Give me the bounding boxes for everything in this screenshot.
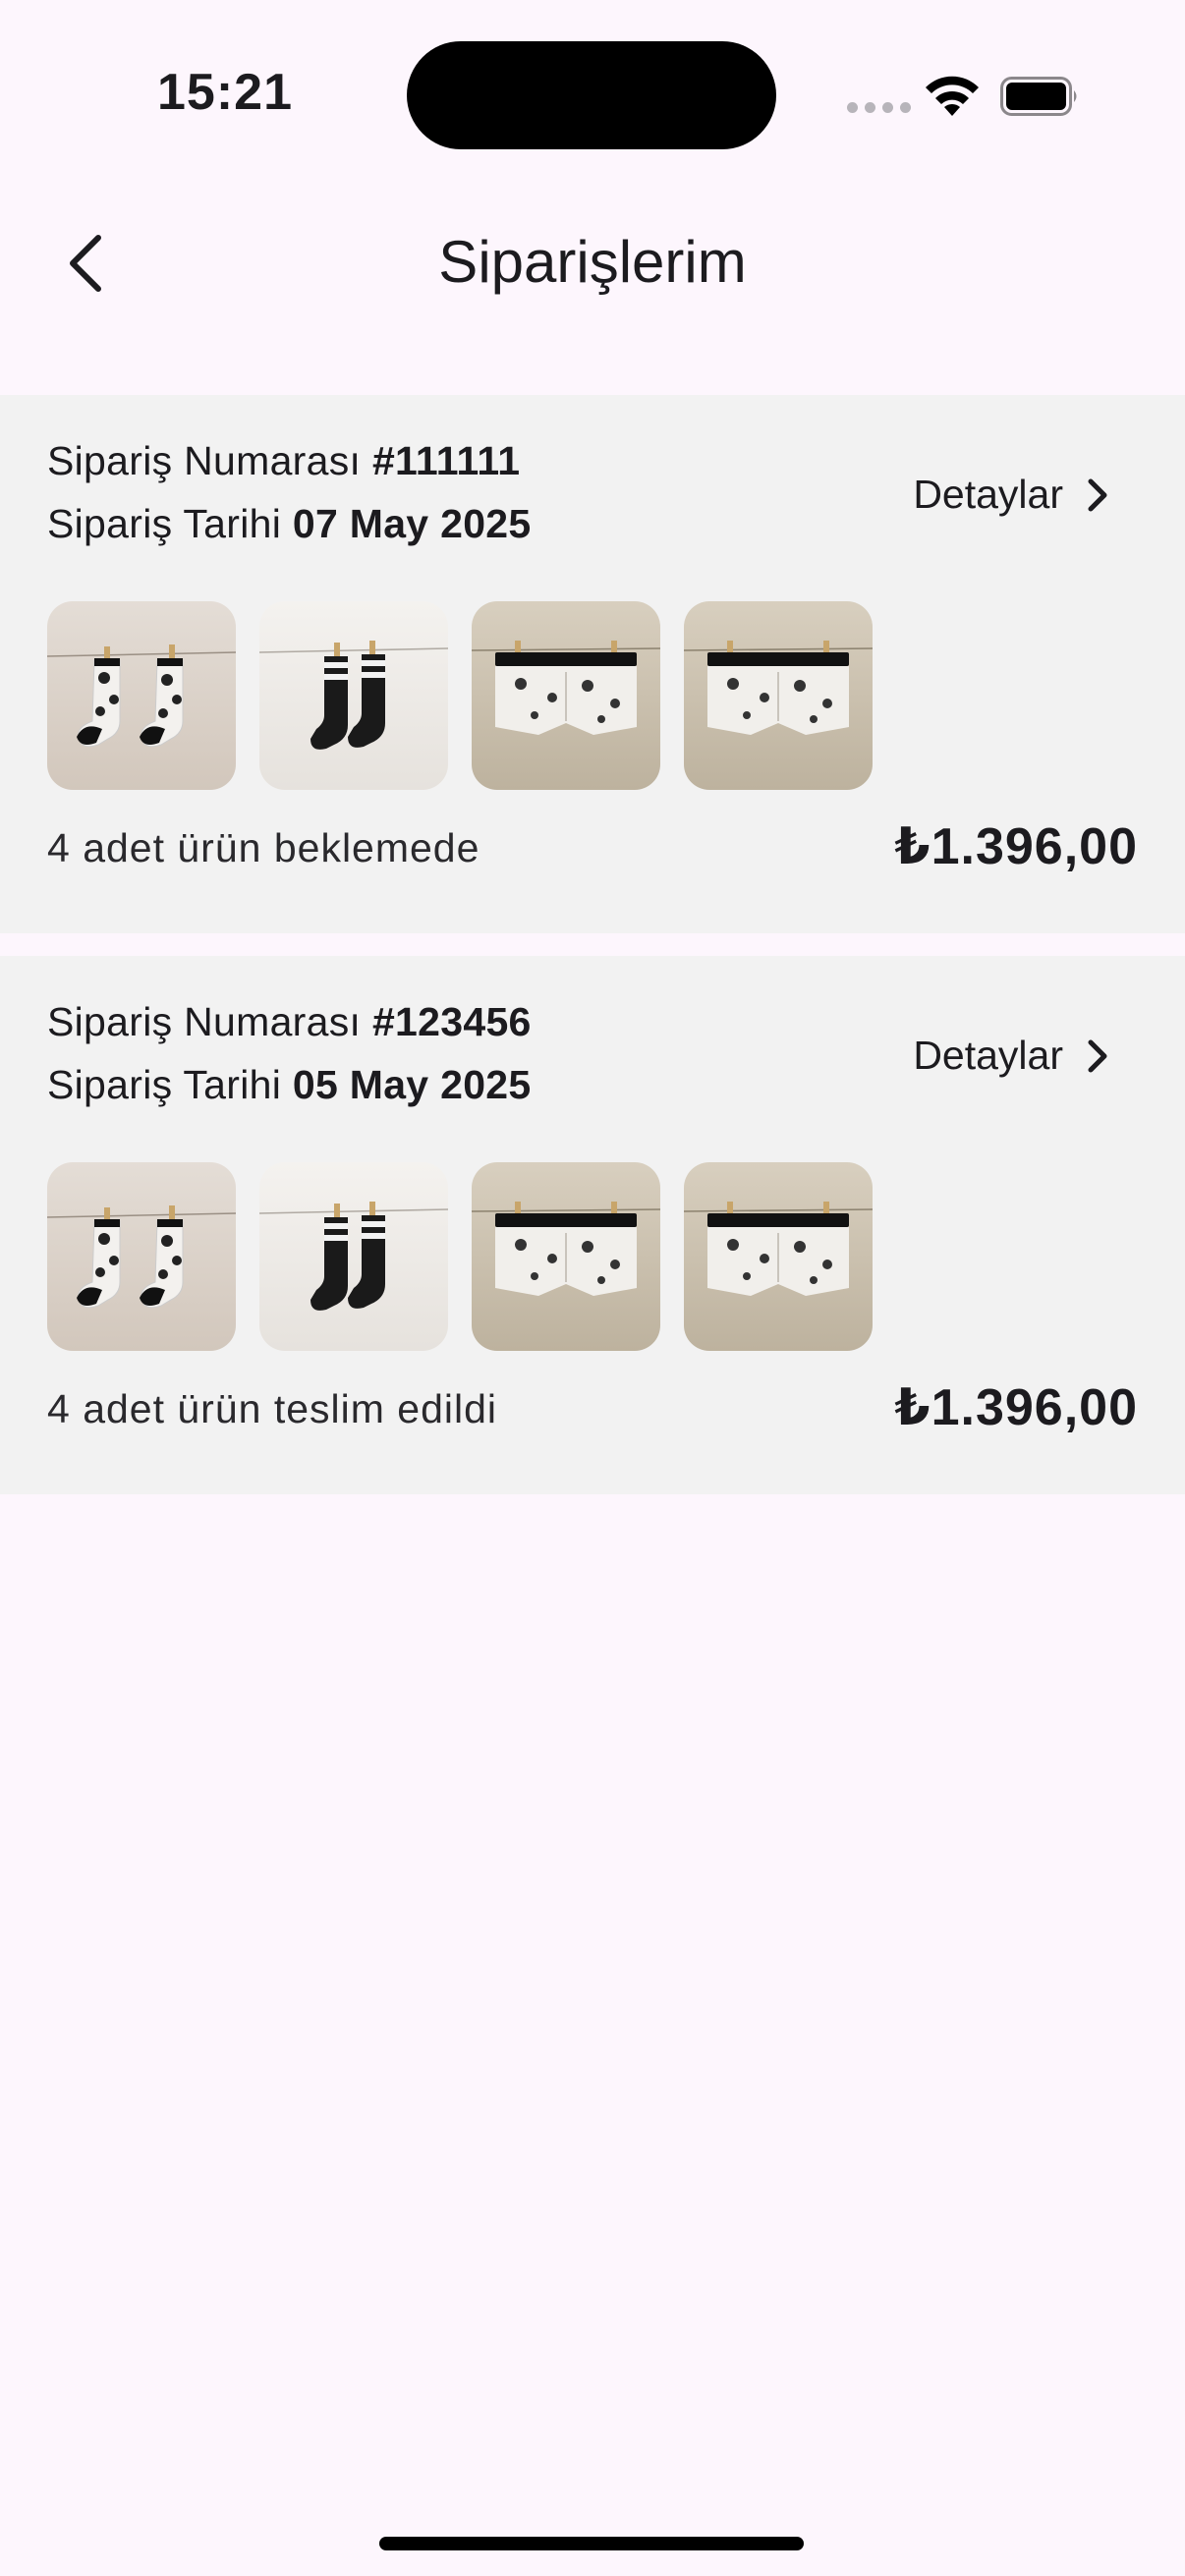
page-title: Siparişlerim <box>438 229 747 295</box>
product-thumbnail-patterned-boxer[interactable] <box>684 601 873 790</box>
order-number-line: Sipariş Numarası #123456 <box>47 999 532 1045</box>
product-thumbnails <box>47 601 873 790</box>
order-date-line: Sipariş Tarihi 07 May 2025 <box>47 501 532 547</box>
order-number-line: Sipariş Numarası #111111 <box>47 438 520 484</box>
order-number: #123456 <box>371 999 532 1044</box>
details-label: Detaylar <box>913 1033 1063 1078</box>
order-total: ₺1.396,00 <box>894 818 1138 875</box>
home-indicator[interactable] <box>379 2537 804 2550</box>
status-time: 15:21 <box>157 64 293 121</box>
order-date-line: Sipariş Tarihi 05 May 2025 <box>47 1062 532 1108</box>
product-thumbnail-patterned-boxer[interactable] <box>472 1162 660 1351</box>
details-label: Detaylar <box>913 472 1063 517</box>
dynamic-island <box>407 41 776 149</box>
order-number-label: Sipariş Numarası <box>47 999 362 1044</box>
order-status: 4 adet ürün beklemede <box>47 825 480 870</box>
order-date: 05 May 2025 <box>292 1062 532 1107</box>
order-number: #111111 <box>371 438 521 483</box>
order-card[interactable]: Sipariş Numarası #111111 Sipariş Tarihi … <box>0 395 1185 933</box>
product-thumbnail-patterned-boxer[interactable] <box>472 601 660 790</box>
order-status: 4 adet ürün teslim edildi <box>47 1386 498 1431</box>
order-card[interactable]: Sipariş Numarası #123456 Sipariş Tarihi … <box>0 956 1185 1494</box>
order-total: ₺1.396,00 <box>894 1379 1138 1436</box>
product-thumbnail-black-striped-socks[interactable] <box>259 601 448 790</box>
chevron-right-icon <box>1088 478 1107 511</box>
order-number-label: Sipariş Numarası <box>47 438 362 483</box>
order-date-label: Sipariş Tarihi <box>47 501 282 546</box>
product-thumbnails <box>47 1162 873 1351</box>
wifi-icon <box>926 76 979 116</box>
chevron-right-icon <box>1088 1039 1107 1072</box>
order-date-label: Sipariş Tarihi <box>47 1062 282 1107</box>
product-thumbnail-black-striped-socks[interactable] <box>259 1162 448 1351</box>
details-button[interactable]: Detaylar <box>913 1033 1108 1079</box>
battery-icon <box>1000 77 1077 116</box>
product-thumbnail-patterned-socks[interactable] <box>47 601 236 790</box>
order-date: 07 May 2025 <box>292 501 532 546</box>
cellular-signal-icon <box>847 102 911 113</box>
product-thumbnail-patterned-boxer[interactable] <box>684 1162 873 1351</box>
details-button[interactable]: Detaylar <box>913 472 1108 518</box>
product-thumbnail-patterned-socks[interactable] <box>47 1162 236 1351</box>
